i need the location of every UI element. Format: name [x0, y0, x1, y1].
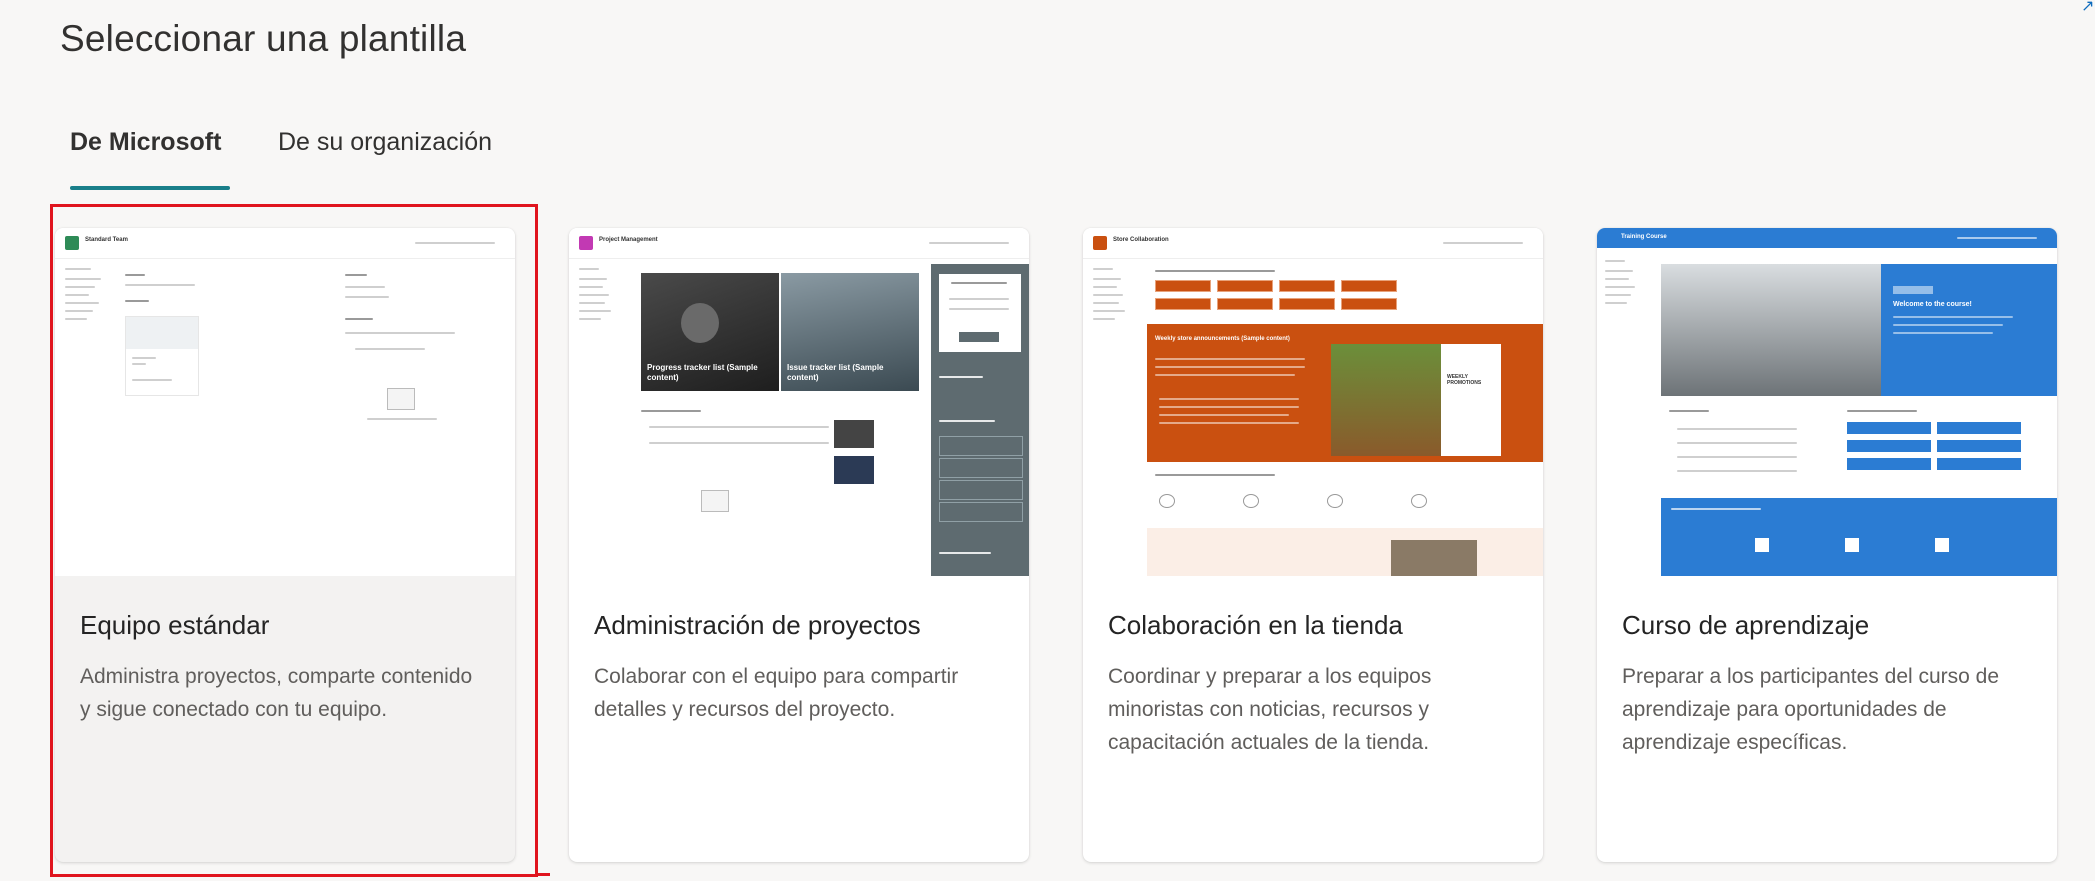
site-logo-icon — [579, 236, 593, 250]
template-preview: Store Collaboration Weekly store announc… — [1083, 228, 1543, 576]
site-logo-icon — [1093, 236, 1107, 250]
template-description: Coordinar y preparar a los equipos minor… — [1108, 665, 1432, 754]
site-logo-icon — [65, 236, 79, 250]
preview-hero-2: Issue tracker list (Sample content) — [787, 363, 884, 382]
folder-icon — [701, 490, 729, 512]
template-name: Administración de proyectos — [594, 610, 921, 640]
selected-tab-indicator — [70, 186, 230, 190]
template-card-standard-team[interactable]: Standard Team Equipo estándar Administra… — [55, 228, 515, 862]
preview-hero-1: Progress tracker list (Sample content) — [647, 363, 758, 382]
template-description: Colaborar con el equipo para compartir d… — [594, 665, 959, 721]
template-name: Curso de aprendizaje — [1622, 610, 1870, 640]
template-preview: Project Management Progress tracker list… — [569, 228, 1029, 576]
preview-site-title: Project Management — [599, 237, 658, 243]
template-name: Colaboración en la tienda — [1108, 610, 1403, 640]
template-description: Administra proyectos, comparte contenido… — [80, 665, 473, 721]
template-card-project-management[interactable]: Project Management Progress tracker list… — [569, 228, 1029, 862]
preview-site-title: Store Collaboration — [1113, 237, 1169, 243]
expand-icon[interactable]: ↗ — [2081, 0, 2095, 14]
preview-site-title: Training Course — [1621, 234, 1667, 240]
template-card-training-course[interactable]: Training Course Welcome to the course! C… — [1597, 228, 2057, 862]
template-description: Preparar a los participantes del curso d… — [1622, 665, 2000, 754]
selection-marker — [536, 873, 550, 876]
preview-promo: WEEKLY PROMOTIONS — [1447, 374, 1482, 386]
tab-from-microsoft[interactable]: De Microsoft — [70, 128, 221, 157]
template-preview: Standard Team — [55, 228, 515, 576]
template-name: Equipo estándar — [80, 610, 270, 640]
folder-icon — [387, 388, 415, 410]
preview-site-title: Standard Team — [85, 237, 128, 243]
template-preview: Training Course Welcome to the course! — [1597, 228, 2057, 576]
preview-hero-text: Welcome to the course! — [1893, 301, 1972, 308]
tab-from-organization[interactable]: De su organización — [278, 128, 492, 157]
template-card-store-collaboration[interactable]: Store Collaboration Weekly store announc… — [1083, 228, 1543, 862]
preview-news-heading: Weekly store announcements (Sample conte… — [1155, 336, 1290, 342]
dialog-title: Seleccionar una plantilla — [60, 18, 467, 59]
